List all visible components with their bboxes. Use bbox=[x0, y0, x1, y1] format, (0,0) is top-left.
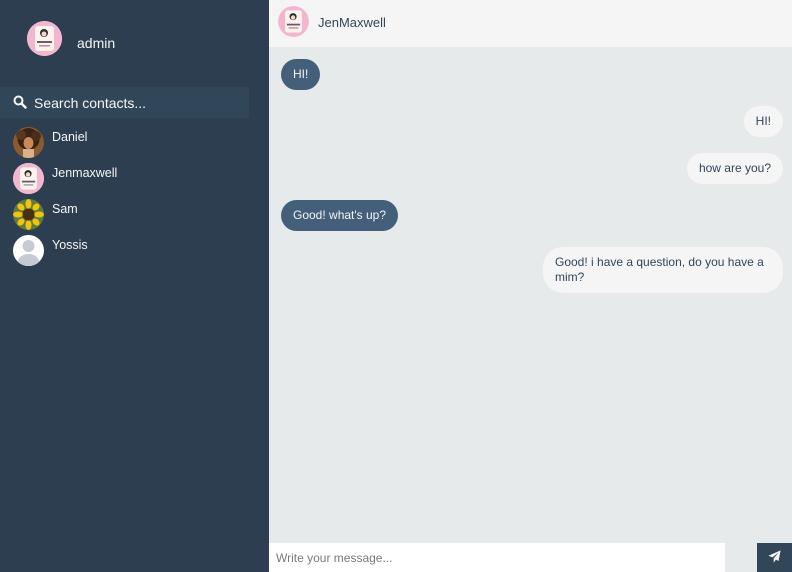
contact-name: Yossis bbox=[52, 238, 88, 252]
contact-name: Sam bbox=[52, 202, 78, 216]
message-outgoing: HI! bbox=[743, 106, 783, 137]
contact-jenmaxwell[interactable]: Jenmaxwell bbox=[0, 155, 269, 194]
message-composer bbox=[269, 543, 792, 572]
contact-avatar bbox=[13, 163, 44, 194]
chat-header: JenMaxwell bbox=[269, 0, 792, 47]
sunflower-photo-icon bbox=[13, 199, 44, 230]
message-input[interactable] bbox=[269, 543, 725, 572]
message-incoming: HI! bbox=[281, 59, 321, 90]
send-button[interactable] bbox=[757, 543, 792, 572]
contact-avatar bbox=[13, 235, 44, 266]
contact-avatar bbox=[13, 199, 44, 230]
message-outgoing: how are you? bbox=[686, 153, 783, 184]
contact-name: Jenmaxwell bbox=[52, 166, 118, 180]
profile-avatar[interactable] bbox=[27, 21, 62, 56]
curly-hair-photo-icon bbox=[13, 127, 44, 158]
message-incoming: Good! what's up? bbox=[281, 200, 399, 231]
contact-list: Daniel Jenmaxwell Sam Yossis bbox=[0, 119, 269, 266]
message-list: HI! HI! how are you? Good! what's up? Go… bbox=[269, 47, 792, 542]
profile: admin bbox=[0, 0, 269, 86]
paper-plane-icon bbox=[768, 550, 781, 563]
chat-contact-name: JenMaxwell bbox=[318, 15, 386, 30]
pink-logo-icon bbox=[13, 163, 44, 194]
contact-name: Daniel bbox=[52, 130, 88, 144]
contact-yossis[interactable]: Yossis bbox=[0, 227, 269, 266]
sidebar: admin Search contacts... Daniel Jenmaxwe… bbox=[0, 0, 269, 572]
profile-name: admin bbox=[77, 35, 116, 51]
contact-avatar bbox=[13, 127, 44, 158]
contact-sam[interactable]: Sam bbox=[0, 191, 269, 230]
pink-logo-icon bbox=[27, 21, 62, 56]
default-user-icon bbox=[13, 235, 44, 266]
search-icon bbox=[13, 95, 27, 109]
contact-daniel[interactable]: Daniel bbox=[0, 119, 269, 158]
search-input[interactable]: Search contacts... bbox=[0, 87, 249, 118]
chat-header-avatar[interactable] bbox=[278, 6, 309, 37]
pink-logo-icon bbox=[278, 6, 309, 37]
search-placeholder: Search contacts... bbox=[34, 95, 147, 111]
message-outgoing: Good! i have a question, do you have a m… bbox=[543, 247, 783, 293]
search-divider bbox=[249, 87, 269, 118]
search-bar: Search contacts... bbox=[0, 87, 269, 118]
